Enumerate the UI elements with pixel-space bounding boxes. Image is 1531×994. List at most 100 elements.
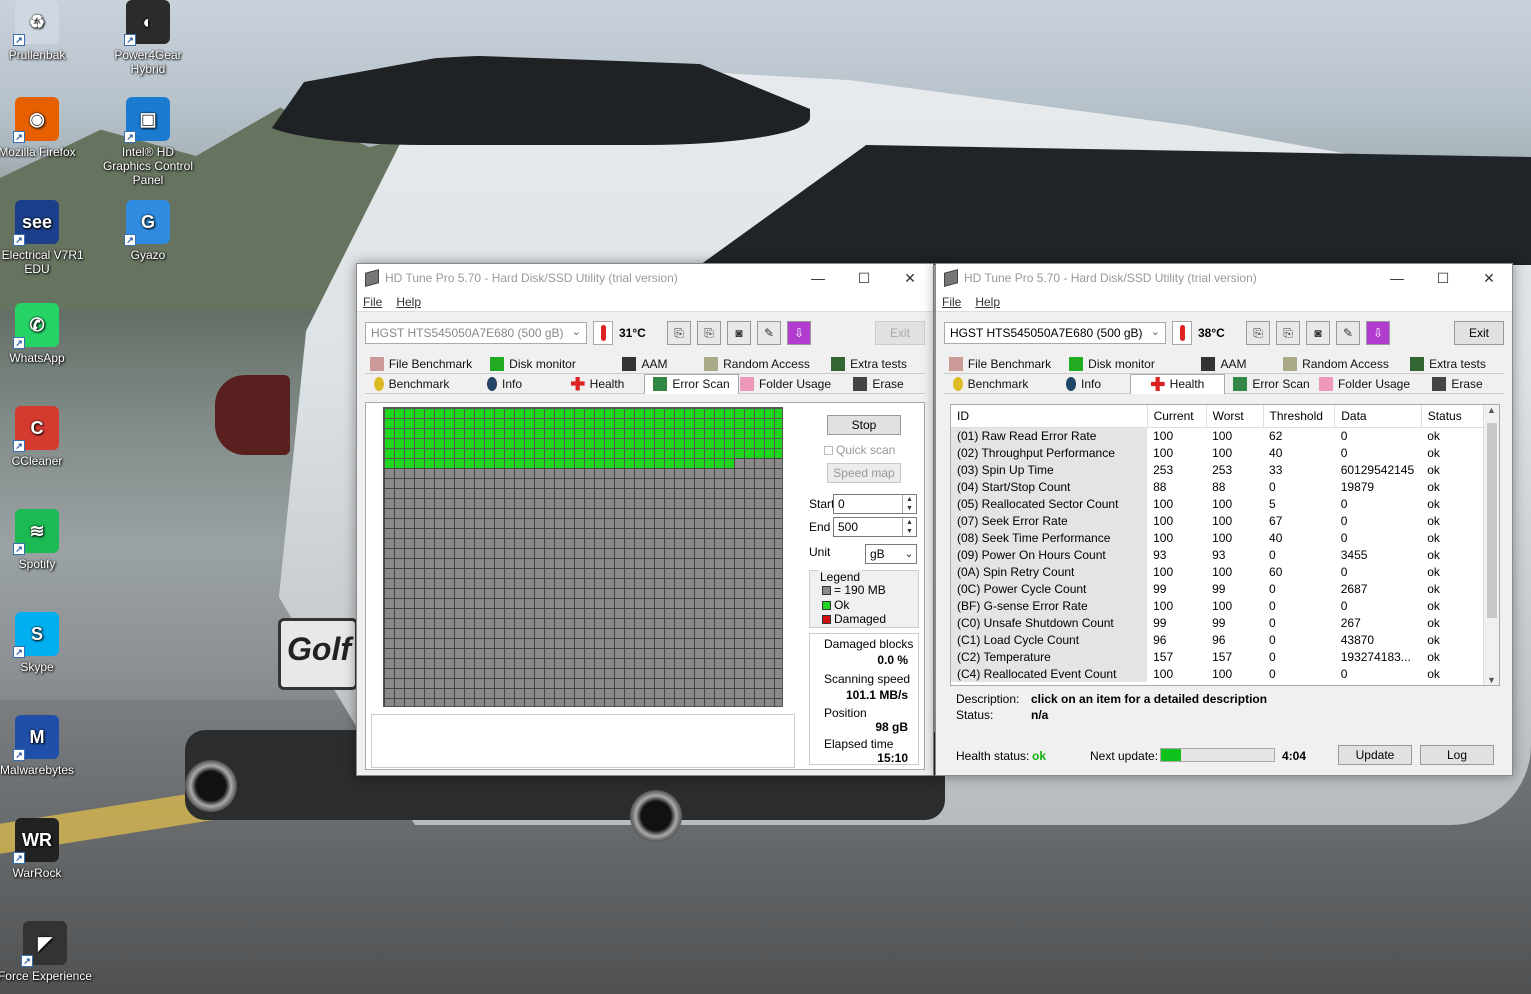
- column-header-worst[interactable]: Worst: [1206, 405, 1264, 428]
- update-button[interactable]: Update: [1338, 745, 1412, 765]
- table-row[interactable]: (C1) Load Cycle Count 96 96 0 43870 ok: [951, 631, 1485, 648]
- desktop-icon[interactable]: ◤↗↗ Force Experience: [0, 921, 95, 983]
- column-header-data[interactable]: Data: [1334, 405, 1422, 428]
- tab-folder-usage[interactable]: Folder Usage: [1318, 374, 1411, 394]
- menu-help[interactable]: Help: [975, 295, 1000, 309]
- save-download-icon[interactable]: ⇩: [1366, 321, 1390, 345]
- column-header-status[interactable]: Status: [1421, 405, 1486, 428]
- tab-health[interactable]: Health: [1130, 373, 1225, 394]
- tab-info[interactable]: Info: [1037, 374, 1130, 394]
- column-header-id[interactable]: ID: [951, 405, 1148, 428]
- minimize-icon[interactable]: —: [1374, 270, 1420, 286]
- column-header-current[interactable]: Current: [1147, 405, 1207, 428]
- table-row[interactable]: (C0) Unsafe Shutdown Count 99 99 0 267 ok: [951, 614, 1485, 631]
- exit-button[interactable]: Exit: [1454, 321, 1504, 345]
- desktop-icon[interactable]: ◐↗↗Power4Gear Hybrid: [98, 0, 198, 76]
- copy-image-icon[interactable]: ⎘: [697, 321, 721, 345]
- spinner-arrows-icon[interactable]: ▲ ▼: [902, 518, 916, 536]
- tab-disk-monitor[interactable]: Disk monitor: [1056, 354, 1168, 374]
- options-tools-icon[interactable]: ✎: [1336, 321, 1360, 345]
- tab-random-access[interactable]: Random Access: [701, 354, 813, 374]
- tab-file-benchmark[interactable]: File Benchmark: [944, 354, 1056, 374]
- desktop-icon[interactable]: ♻↗↗ Prullenbak: [0, 0, 87, 62]
- table-row[interactable]: (08) Seek Time Performance 100 100 40 0 ok: [951, 529, 1485, 546]
- column-header-threshold[interactable]: Threshold: [1263, 405, 1336, 428]
- tab-aam[interactable]: AAM: [589, 354, 701, 374]
- table-row[interactable]: (07) Seek Error Rate 100 100 67 0 ok: [951, 512, 1485, 529]
- tab-health[interactable]: Health: [551, 374, 644, 394]
- tab-info[interactable]: Info: [458, 374, 551, 394]
- screenshot-camera-icon[interactable]: ◙: [1306, 321, 1330, 345]
- title-bar[interactable]: HD Tune Pro 5.70 - Hard Disk/SSD Utility…: [357, 264, 933, 292]
- end-spinner[interactable]: 500 ▲ ▼: [833, 517, 917, 537]
- table-row[interactable]: (01) Raw Read Error Rate 100 100 62 0 ok: [951, 427, 1485, 444]
- maximize-icon[interactable]: ☐: [841, 270, 887, 287]
- desktop-icon[interactable]: ◉↗↗ Mozilla Firefox: [0, 97, 87, 159]
- quick-scan-checkbox-box[interactable]: [824, 446, 833, 456]
- tab-extra-tests[interactable]: Extra tests: [1392, 354, 1504, 374]
- tab-benchmark[interactable]: Benchmark: [944, 374, 1037, 394]
- title-bar[interactable]: HD Tune Pro 5.70 - Hard Disk/SSD Utility…: [936, 264, 1512, 292]
- start-spinner[interactable]: 0 ▲ ▼: [833, 494, 917, 514]
- tab-folder-usage[interactable]: Folder Usage: [739, 374, 832, 394]
- close-icon[interactable]: ✕: [1466, 270, 1512, 287]
- smart-attributes-list[interactable]: ID Current Worst Threshold Data Status (01) R…: [950, 404, 1500, 686]
- exit-button[interactable]: Exit: [875, 321, 925, 345]
- table-row[interactable]: (05) Reallocated Sector Count 100 100 5 0 ok: [951, 495, 1485, 512]
- desktop-icon[interactable]: ▣↗↗Intel® HD Graphics Control Panel: [98, 97, 198, 187]
- desktop-icon[interactable]: C↗↗ CCleaner: [0, 406, 87, 468]
- tab-error-scan[interactable]: Error Scan: [644, 373, 739, 394]
- desktop-icon[interactable]: M↗↗ Malwarebytes: [0, 715, 87, 777]
- save-download-icon[interactable]: ⇩: [787, 321, 811, 345]
- desktop-icon[interactable]: G↗↗ Gyazo: [98, 200, 198, 262]
- menu-help[interactable]: Help: [396, 295, 421, 309]
- tab-random-access[interactable]: Random Access: [1280, 354, 1392, 374]
- unit-select[interactable]: gB ⌄: [865, 544, 917, 564]
- table-row[interactable]: (0C) Power Cycle Count 99 99 0 2687 ok: [951, 580, 1485, 597]
- tab-benchmark[interactable]: Benchmark: [365, 374, 458, 394]
- copy-image-icon[interactable]: ⎘: [1276, 321, 1300, 345]
- drive-select[interactable]: HGST HTS545050A7E680 (500 gB) ⌄: [944, 322, 1166, 344]
- stop-button[interactable]: Stop: [827, 415, 901, 435]
- drive-select[interactable]: HGST HTS545050A7E680 (500 gB) ⌄: [365, 322, 587, 344]
- tab-erase[interactable]: Erase: [832, 374, 925, 394]
- desktop-icon[interactable]: ≋↗↗ Spotify: [0, 509, 87, 571]
- tab-aam[interactable]: AAM: [1168, 354, 1280, 374]
- hdtune-window-error-scan[interactable]: HD Tune Pro 5.70 - Hard Disk/SSD Utility…: [356, 263, 934, 776]
- quick-scan-checkbox[interactable]: Quick scan: [824, 443, 895, 457]
- tab-disk-monitor[interactable]: Disk monitor: [477, 354, 589, 374]
- desktop-icon[interactable]: WR↗↗ WarRock: [0, 818, 87, 880]
- scroll-up-icon[interactable]: ▲: [1484, 405, 1499, 415]
- tab-extra-tests[interactable]: Extra tests: [813, 354, 925, 374]
- copy-text-icon[interactable]: ⎘: [1246, 321, 1270, 345]
- menu-file[interactable]: File: [942, 295, 961, 309]
- copy-text-icon[interactable]: ⎘: [667, 321, 691, 345]
- desktop-icon[interactable]: S↗↗ Skype: [0, 612, 87, 674]
- close-icon[interactable]: ✕: [887, 270, 933, 287]
- tab-erase[interactable]: Erase: [1411, 374, 1504, 394]
- table-row[interactable]: (0A) Spin Retry Count 100 100 60 0 ok: [951, 563, 1485, 580]
- table-row[interactable]: (BF) G-sense Error Rate 100 100 0 0 ok: [951, 597, 1485, 614]
- tab-file-benchmark[interactable]: File Benchmark: [365, 354, 477, 374]
- table-row[interactable]: (02) Throughput Performance 100 100 40 0 ok: [951, 444, 1485, 461]
- minimize-icon[interactable]: —: [795, 270, 841, 286]
- table-row[interactable]: (C4) Reallocated Event Count 100 100 0 0 ok: [951, 665, 1485, 682]
- table-row[interactable]: (04) Start/Stop Count 88 88 0 19879 ok: [951, 478, 1485, 495]
- desktop-icon[interactable]: see↗↗E Electrical V7R1 EDU: [0, 200, 87, 276]
- scroll-down-icon[interactable]: ▼: [1484, 675, 1499, 685]
- table-row[interactable]: (C2) Temperature 157 157 0 193274183... ok: [951, 648, 1485, 665]
- maximize-icon[interactable]: ☐: [1420, 270, 1466, 287]
- table-row[interactable]: (09) Power On Hours Count 93 93 0 3455 ok: [951, 546, 1485, 563]
- scrollbar[interactable]: ▲ ▼: [1483, 405, 1499, 685]
- table-row[interactable]: (03) Spin Up Time 253 253 33 60129542145 ok: [951, 461, 1485, 478]
- options-tools-icon[interactable]: ✎: [757, 321, 781, 345]
- screenshot-camera-icon[interactable]: ◙: [727, 321, 751, 345]
- speed-map-button[interactable]: Speed map: [827, 463, 901, 483]
- menu-file[interactable]: File: [363, 295, 382, 309]
- scrollbar-thumb[interactable]: [1487, 423, 1497, 618]
- desktop-icon[interactable]: ✆↗↗ WhatsApp: [0, 303, 87, 365]
- tab-error-scan[interactable]: Error Scan: [1225, 374, 1318, 394]
- spinner-arrows-icon[interactable]: ▲ ▼: [902, 495, 916, 513]
- log-button[interactable]: Log: [1420, 745, 1494, 765]
- hdtune-window-health[interactable]: HD Tune Pro 5.70 - Hard Disk/SSD Utility…: [935, 263, 1513, 776]
